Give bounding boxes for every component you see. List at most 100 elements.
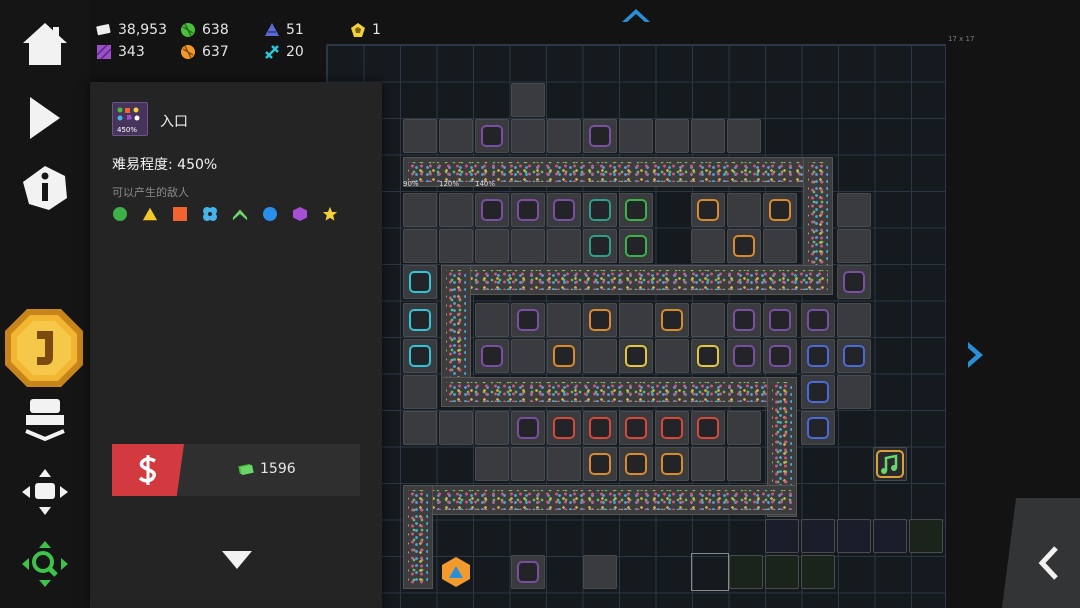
platform-tile[interactable] xyxy=(763,229,797,263)
platform-tile[interactable] xyxy=(439,229,473,263)
tower-tile[interactable] xyxy=(475,119,509,153)
green-ore-deposit[interactable] xyxy=(729,555,763,589)
tower-tile[interactable] xyxy=(583,447,617,481)
play-button[interactable] xyxy=(14,90,76,146)
tower-tile[interactable] xyxy=(691,193,725,227)
tower-tile[interactable] xyxy=(763,339,797,373)
green-ore-deposit[interactable] xyxy=(765,555,799,589)
tower-tile[interactable] xyxy=(763,193,797,227)
tower-tile[interactable] xyxy=(583,303,617,337)
platform-tile[interactable] xyxy=(619,303,653,337)
coin-button[interactable] xyxy=(2,306,86,390)
tower-tile[interactable] xyxy=(727,339,761,373)
tower-tile[interactable] xyxy=(511,193,545,227)
platform-tile[interactable] xyxy=(511,119,545,153)
scroll-up-arrow-icon[interactable] xyxy=(620,6,652,24)
platform-tile[interactable] xyxy=(691,119,725,153)
platform-tile[interactable] xyxy=(727,119,761,153)
tower-tile[interactable] xyxy=(475,339,509,373)
platform-tile[interactable] xyxy=(583,339,617,373)
tower-tile[interactable] xyxy=(511,303,545,337)
info-button[interactable] xyxy=(14,160,76,216)
tower-tile[interactable] xyxy=(691,339,725,373)
platform-tile[interactable] xyxy=(547,229,581,263)
tower-tile[interactable] xyxy=(583,193,617,227)
tower-tile[interactable] xyxy=(403,339,437,373)
platform-tile[interactable] xyxy=(619,119,653,153)
tower-tile[interactable] xyxy=(801,375,835,409)
platform-tile[interactable] xyxy=(583,555,617,589)
sell-button[interactable] xyxy=(112,444,184,496)
platform-tile[interactable] xyxy=(511,447,545,481)
tower-tile[interactable] xyxy=(583,119,617,153)
tower-tile[interactable] xyxy=(583,229,617,263)
platform-tile[interactable] xyxy=(547,303,581,337)
tower-tile[interactable] xyxy=(801,339,835,373)
platform-tile[interactable] xyxy=(547,119,581,153)
platform-tile[interactable] xyxy=(403,119,437,153)
platform-tile[interactable] xyxy=(837,303,871,337)
tower-tile[interactable] xyxy=(403,303,437,337)
tower-tile[interactable] xyxy=(763,303,797,337)
game-board[interactable]: 90% 120% 140% xyxy=(326,44,946,608)
platform-tile[interactable] xyxy=(691,303,725,337)
tower-tile[interactable] xyxy=(511,555,545,589)
tower-tile[interactable] xyxy=(547,339,581,373)
platform-tile[interactable] xyxy=(475,411,509,445)
platform-tile[interactable] xyxy=(403,375,437,409)
tower-tile[interactable] xyxy=(403,265,437,299)
platform-tile[interactable] xyxy=(511,339,545,373)
platform-tile[interactable] xyxy=(691,447,725,481)
platform-tile[interactable] xyxy=(691,229,725,263)
tower-stack-button[interactable] xyxy=(14,392,76,448)
platform-tile[interactable] xyxy=(837,193,871,227)
platform-tile[interactable] xyxy=(439,119,473,153)
tower-tile[interactable] xyxy=(837,339,871,373)
tower-tile[interactable] xyxy=(727,229,761,263)
tower-tile[interactable] xyxy=(583,411,617,445)
platform-tile[interactable] xyxy=(439,193,473,227)
tower-tile[interactable] xyxy=(475,193,509,227)
tower-tile[interactable] xyxy=(619,411,653,445)
tower-tile[interactable] xyxy=(619,193,653,227)
blue-ore-deposit[interactable] xyxy=(765,519,799,553)
platform-tile[interactable] xyxy=(727,411,761,445)
platform-tile[interactable] xyxy=(727,193,761,227)
green-ore-deposit[interactable] xyxy=(909,519,943,553)
platform-tile[interactable] xyxy=(403,193,437,227)
zoom-button[interactable] xyxy=(14,536,76,592)
move-button[interactable] xyxy=(14,464,76,520)
scroll-right-arrow-icon[interactable] xyxy=(965,340,985,370)
platform-tile[interactable] xyxy=(475,229,509,263)
green-ore-deposit[interactable] xyxy=(801,555,835,589)
side-menu-toggle-button[interactable] xyxy=(1002,498,1080,608)
platform-tile[interactable] xyxy=(511,229,545,263)
tower-tile[interactable] xyxy=(727,303,761,337)
tower-tile[interactable] xyxy=(655,447,689,481)
tower-tile[interactable] xyxy=(801,411,835,445)
platform-tile[interactable] xyxy=(727,447,761,481)
platform-tile[interactable] xyxy=(475,303,509,337)
tower-tile[interactable] xyxy=(547,193,581,227)
panel-collapse-down-icon[interactable] xyxy=(220,548,254,572)
platform-tile[interactable] xyxy=(439,411,473,445)
platform-tile[interactable] xyxy=(837,375,871,409)
blue-ore-deposit[interactable] xyxy=(873,519,907,553)
tower-tile[interactable] xyxy=(801,303,835,337)
tower-tile[interactable] xyxy=(837,265,871,299)
platform-tile[interactable] xyxy=(475,447,509,481)
portal-entrance-marker[interactable] xyxy=(439,555,473,589)
tower-tile[interactable] xyxy=(619,447,653,481)
blue-ore-deposit[interactable] xyxy=(837,519,871,553)
tower-tile[interactable] xyxy=(655,411,689,445)
tower-tile[interactable] xyxy=(655,303,689,337)
platform-tile[interactable] xyxy=(837,229,871,263)
platform-tile[interactable] xyxy=(655,339,689,373)
platform-tile[interactable] xyxy=(403,229,437,263)
platform-tile[interactable] xyxy=(403,411,437,445)
tower-tile[interactable] xyxy=(619,229,653,263)
tower-tile[interactable] xyxy=(547,411,581,445)
blue-ore-deposit[interactable] xyxy=(801,519,835,553)
music-tile[interactable] xyxy=(873,447,907,481)
platform-tile[interactable] xyxy=(655,119,689,153)
